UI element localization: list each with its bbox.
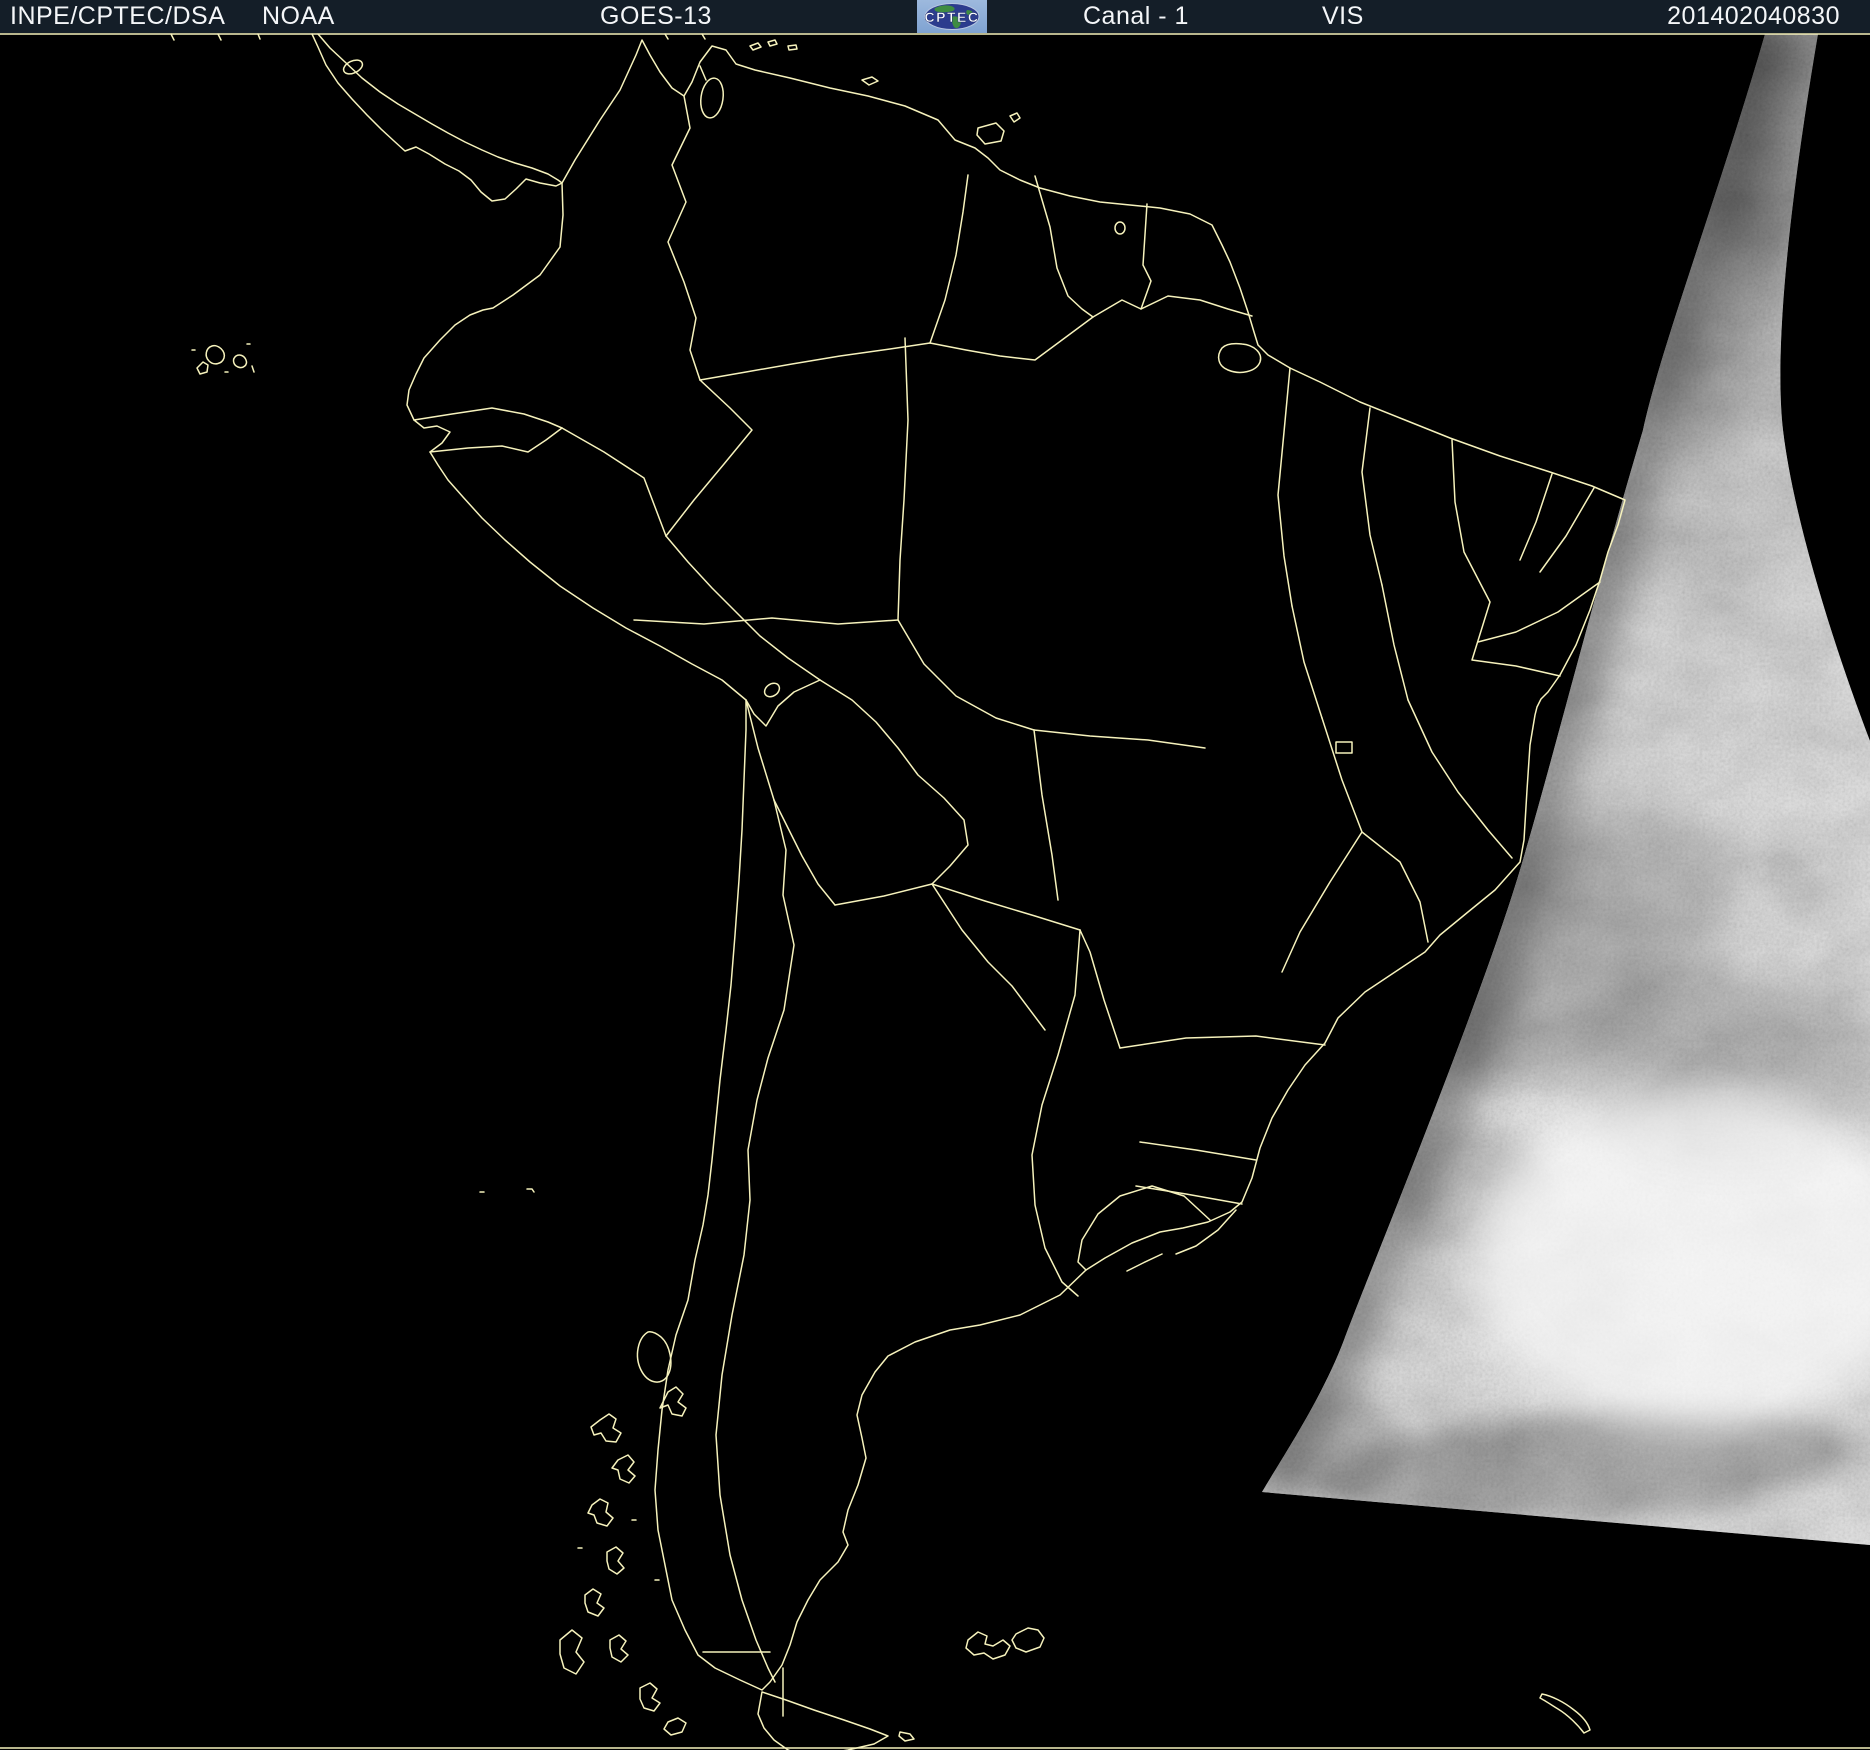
cptec-logo-text: CPTEC [925, 9, 980, 25]
satellite-label: GOES-13 [600, 2, 712, 30]
title-bar: INPE/CPTEC/DSA NOAA GOES-13 CPTEC Canal … [0, 0, 1870, 33]
satellite-map [0, 0, 1870, 1750]
band-label: VIS [1322, 2, 1364, 30]
organization-label: NOAA [262, 2, 335, 30]
agency-label: INPE/CPTEC/DSA [10, 2, 226, 30]
channel-label: Canal - 1 [1083, 2, 1189, 30]
timestamp-label: 201402040830 [1667, 2, 1840, 30]
satellite-image-viewer: INPE/CPTEC/DSA NOAA GOES-13 CPTEC Canal … [0, 0, 1870, 1750]
cptec-logo-icon: CPTEC [917, 0, 987, 33]
